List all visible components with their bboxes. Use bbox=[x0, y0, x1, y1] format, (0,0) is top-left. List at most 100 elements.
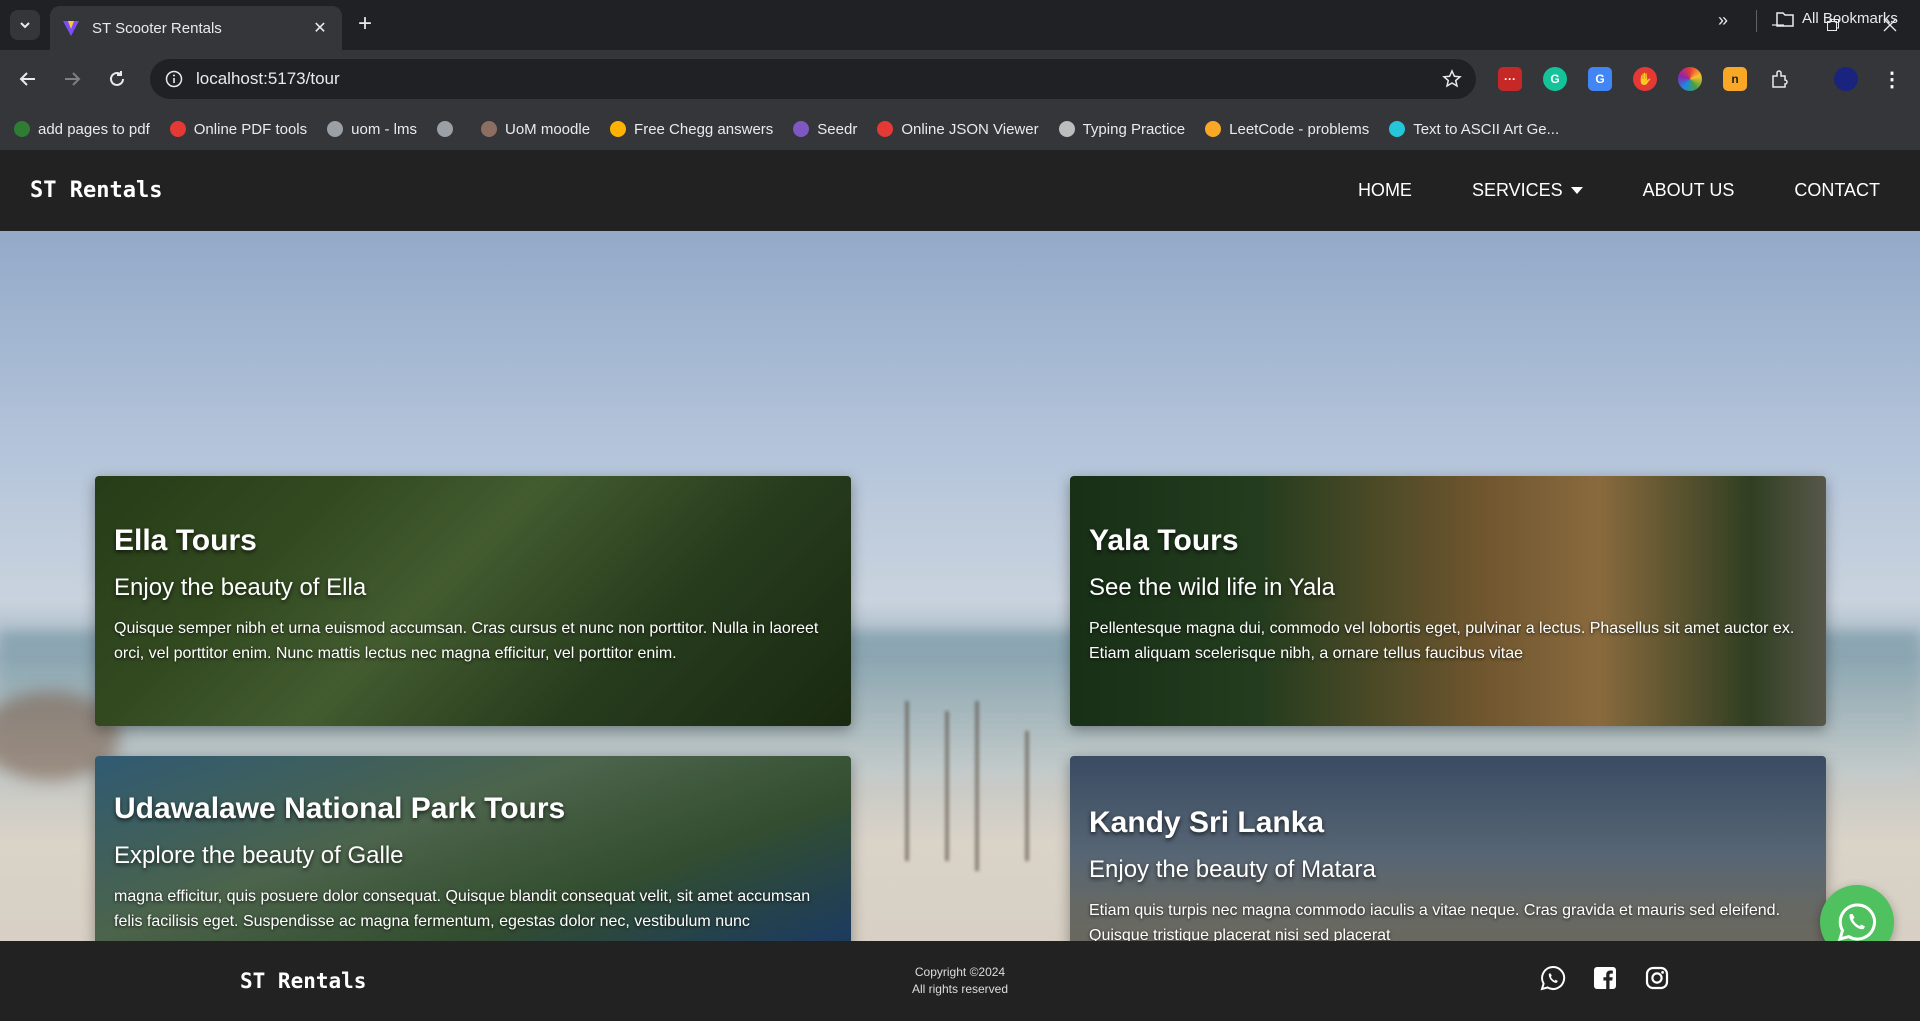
more-bookmarks-icon[interactable]: » bbox=[1718, 10, 1728, 31]
extensions-puzzle-icon[interactable] bbox=[1768, 67, 1792, 91]
reload-button[interactable] bbox=[103, 65, 131, 93]
new-tab-button[interactable]: + bbox=[352, 12, 378, 38]
tour-title: Kandy Sri Lanka bbox=[1089, 806, 1325, 839]
color-picker-icon[interactable] bbox=[1678, 67, 1702, 91]
caret-down-icon bbox=[1570, 187, 1583, 194]
tour-description: magna efficitur, quis posuere dolor cons… bbox=[114, 888, 811, 930]
url-text[interactable]: localhost:5173/tour bbox=[196, 69, 1440, 89]
footer-copyright: Copyright ©2024 All rights reserved bbox=[860, 964, 1060, 998]
page-viewport: ST Rentals HOME SERVICES ABOUT US CONTAC… bbox=[0, 150, 1920, 1021]
tour-subtitle: Explore the beauty of Galle bbox=[114, 842, 404, 869]
tour-subtitle: See the wild life in Yala bbox=[1089, 574, 1335, 601]
bookmark-favicon-icon bbox=[14, 121, 30, 137]
bookmark-label: Typing Practice bbox=[1082, 120, 1186, 138]
tour-title: Yala Tours bbox=[1089, 524, 1239, 557]
whatsapp-icon bbox=[1540, 965, 1566, 991]
bookmark-label: UoM moodle bbox=[505, 120, 591, 138]
tour-description: Pellentesque magna dui, commodo vel lobo… bbox=[1089, 620, 1795, 662]
bookmark-star-icon[interactable] bbox=[1440, 67, 1464, 91]
tour-card-ella[interactable]: Ella Tours Enjoy the beauty of Ella Quis… bbox=[95, 476, 851, 726]
site-navbar: ST Rentals HOME SERVICES ABOUT US CONTAC… bbox=[0, 150, 1920, 231]
bookmark-item[interactable]: add pages to pdf bbox=[14, 121, 150, 138]
profile-avatar-icon[interactable] bbox=[1834, 67, 1858, 91]
bookmark-item[interactable]: UoM moodle bbox=[481, 121, 590, 138]
folder-icon bbox=[1776, 11, 1794, 27]
all-bookmarks-label: All Bookmarks bbox=[1802, 10, 1898, 27]
tours-hero-background: Ella Tours Enjoy the beauty of Ella Quis… bbox=[0, 231, 1920, 941]
bookmark-favicon-icon bbox=[169, 121, 186, 137]
bookmark-item[interactable]: uom - lms bbox=[327, 121, 417, 138]
nav-home[interactable]: HOME bbox=[1358, 180, 1412, 201]
forward-button[interactable] bbox=[58, 65, 86, 93]
tour-title: Udawalawe National Park Tours bbox=[114, 792, 566, 825]
footer-brand: ST Rentals bbox=[240, 969, 367, 993]
tour-description: Quisque semper nibh et urna euismod accu… bbox=[114, 620, 819, 662]
stilt-pole bbox=[905, 701, 909, 861]
bookmark-item[interactable]: Typing Practice bbox=[1058, 120, 1186, 138]
tour-card-kandy[interactable]: Kandy Sri Lanka Enjoy the beauty of Mata… bbox=[1070, 756, 1826, 941]
site-info-icon[interactable] bbox=[162, 67, 186, 91]
brand-logo[interactable]: ST Rentals bbox=[30, 178, 162, 203]
tab-title: ST Scooter Rentals bbox=[92, 19, 222, 37]
stilt-pole bbox=[975, 701, 979, 871]
whatsapp-icon bbox=[1837, 903, 1876, 942]
bookmark-favicon-icon bbox=[1389, 121, 1406, 137]
bookmark-item[interactable]: LeetCode - problems bbox=[1205, 121, 1369, 138]
all-bookmarks-button[interactable]: All Bookmarks bbox=[1776, 10, 1898, 27]
social-links bbox=[1540, 965, 1670, 991]
bookmark-label: Free Chegg answers bbox=[634, 120, 774, 138]
hand-stop-icon[interactable]: ✋ bbox=[1633, 67, 1657, 91]
google-translate-icon[interactable]: G bbox=[1588, 67, 1612, 91]
browser-tabstrip: ST Scooter Rentals ✕ + bbox=[0, 0, 1920, 50]
bookmark-favicon-icon bbox=[437, 121, 453, 137]
facebook-icon bbox=[1594, 967, 1616, 989]
close-tab-icon[interactable]: ✕ bbox=[310, 18, 330, 38]
browser-toolbar: localhost:5173/tour ··· G G ✋ n ⋮ bbox=[0, 50, 1920, 108]
rights-line: All rights reserved bbox=[911, 982, 1009, 996]
nav-services[interactable]: SERVICES bbox=[1472, 180, 1583, 201]
bookmark-item[interactable] bbox=[437, 121, 461, 137]
extension-dots-icon[interactable]: ··· bbox=[1498, 67, 1522, 91]
bookmarks-bar: add pages to pdf Online PDF tools uom - lm… bbox=[0, 108, 1920, 150]
nav-services-label: SERVICES bbox=[1471, 180, 1563, 200]
vite-favicon-icon bbox=[63, 21, 79, 36]
nav-about[interactable]: ABOUT US bbox=[1643, 180, 1735, 201]
card-content: Ella Tours Enjoy the beauty of Ella Quis… bbox=[114, 524, 832, 666]
bookmark-favicon-icon bbox=[1205, 121, 1222, 137]
tour-title: Ella Tours bbox=[114, 524, 257, 557]
bookmarks-divider bbox=[1756, 10, 1757, 32]
instagram-icon bbox=[1645, 966, 1669, 990]
grammarly-icon[interactable]: G bbox=[1543, 67, 1567, 91]
bookmark-label: LeetCode - problems bbox=[1229, 120, 1370, 138]
main-menu: HOME SERVICES ABOUT US CONTACT bbox=[1358, 180, 1880, 201]
card-content: Kandy Sri Lanka Enjoy the beauty of Mata… bbox=[1089, 806, 1807, 941]
bookmark-item[interactable]: Online PDF tools bbox=[169, 121, 307, 138]
bookmark-favicon-icon bbox=[1058, 121, 1075, 137]
tour-description: Etiam quis turpis nec magna commodo iacu… bbox=[1089, 902, 1781, 941]
bookmark-label: Seedr bbox=[817, 120, 858, 138]
back-button[interactable] bbox=[14, 65, 42, 93]
tour-card-udawalawe[interactable]: Udawalawe National Park Tours Explore th… bbox=[95, 756, 851, 941]
bookmark-item[interactable]: Online JSON Viewer bbox=[877, 120, 1039, 138]
bookmark-label: uom - lms bbox=[351, 120, 417, 138]
address-bar[interactable]: localhost:5173/tour bbox=[150, 59, 1476, 99]
extension-n-icon[interactable]: n bbox=[1723, 67, 1747, 91]
bookmark-label: Online JSON Viewer bbox=[901, 120, 1039, 138]
footer-facebook-link[interactable] bbox=[1592, 965, 1618, 991]
bookmark-favicon-icon bbox=[481, 121, 497, 137]
bookmark-favicon-icon bbox=[877, 121, 894, 137]
tour-subtitle: Enjoy the beauty of Ella bbox=[114, 574, 367, 601]
tour-card-yala[interactable]: Yala Tours See the wild life in Yala Pel… bbox=[1070, 476, 1826, 726]
browser-menu-icon[interactable]: ⋮ bbox=[1880, 67, 1904, 91]
card-content: Yala Tours See the wild life in Yala Pel… bbox=[1089, 524, 1807, 666]
bookmark-favicon-icon bbox=[610, 121, 627, 137]
bookmark-item[interactable]: Seedr bbox=[793, 121, 857, 138]
nav-contact[interactable]: CONTACT bbox=[1794, 180, 1880, 201]
active-tab[interactable]: ST Scooter Rentals ✕ bbox=[50, 6, 342, 50]
tab-search-button[interactable] bbox=[10, 10, 40, 40]
bookmark-label: add pages to pdf bbox=[38, 120, 150, 138]
bookmark-item[interactable]: Free Chegg answers bbox=[610, 121, 773, 138]
bookmark-item[interactable]: Text to ASCII Art Ge... bbox=[1389, 121, 1559, 138]
footer-instagram-link[interactable] bbox=[1644, 965, 1670, 991]
footer-whatsapp-link[interactable] bbox=[1540, 965, 1566, 991]
